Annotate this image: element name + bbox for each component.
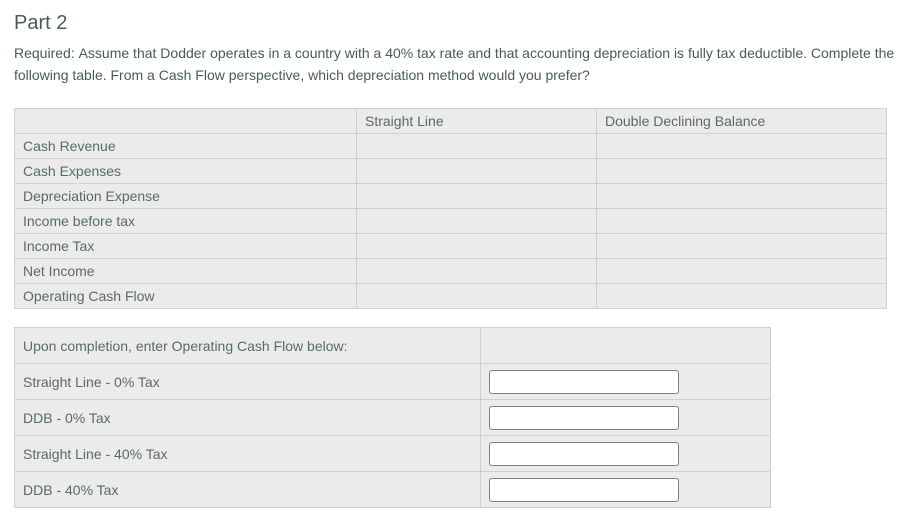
table-row: Cash Expenses [15, 159, 887, 184]
table-row: Upon completion, enter Operating Cash Fl… [15, 328, 771, 364]
entry-label: Straight Line - 0% Tax [15, 364, 481, 400]
table-row: Income Tax [15, 234, 887, 259]
table-row: Cash Revenue [15, 134, 887, 159]
table-row: Income before tax [15, 209, 887, 234]
straight-line-0-tax-input[interactable] [489, 370, 679, 394]
cell [357, 159, 597, 184]
table-row: DDB - 40% Tax [15, 472, 771, 508]
table-row: Depreciation Expense [15, 184, 887, 209]
cell [481, 328, 771, 364]
cell [597, 284, 887, 309]
entry-label: DDB - 40% Tax [15, 472, 481, 508]
table-header-row: Straight Line Double Declining Balance [15, 109, 887, 134]
cell [481, 436, 771, 472]
cell [357, 234, 597, 259]
table-row: Straight Line - 40% Tax [15, 436, 771, 472]
cell [597, 209, 887, 234]
cell [357, 134, 597, 159]
cell [481, 364, 771, 400]
table-row: Operating Cash Flow [15, 284, 887, 309]
cell [597, 234, 887, 259]
ddb-0-tax-input[interactable] [489, 406, 679, 430]
row-label: Cash Revenue [15, 134, 357, 159]
cell [481, 400, 771, 436]
row-label: Income Tax [15, 234, 357, 259]
row-label: Operating Cash Flow [15, 284, 357, 309]
entry-header: Upon completion, enter Operating Cash Fl… [15, 328, 481, 364]
straight-line-40-tax-input[interactable] [489, 442, 679, 466]
cell [357, 209, 597, 234]
header-ddb: Double Declining Balance [597, 109, 887, 134]
depreciation-table: Straight Line Double Declining Balance C… [14, 108, 887, 309]
cell [597, 159, 887, 184]
cell [357, 284, 597, 309]
header-straight-line: Straight Line [357, 109, 597, 134]
cell [597, 184, 887, 209]
row-label: Income before tax [15, 209, 357, 234]
part-heading: Part 2 [14, 12, 902, 35]
operating-cash-flow-entry-table: Upon completion, enter Operating Cash Fl… [14, 327, 771, 508]
cell [597, 134, 887, 159]
table-row: Net Income [15, 259, 887, 284]
row-label: Cash Expenses [15, 159, 357, 184]
table-row: Straight Line - 0% Tax [15, 364, 771, 400]
cell [357, 259, 597, 284]
ddb-40-tax-input[interactable] [489, 478, 679, 502]
table-row: DDB - 0% Tax [15, 400, 771, 436]
cell [481, 472, 771, 508]
row-label: Depreciation Expense [15, 184, 357, 209]
cell [357, 184, 597, 209]
row-label: Net Income [15, 259, 357, 284]
entry-label: DDB - 0% Tax [15, 400, 481, 436]
required-text: Required: Assume that Dodder operates in… [14, 43, 902, 86]
cell [597, 259, 887, 284]
header-blank [15, 109, 357, 134]
entry-label: Straight Line - 40% Tax [15, 436, 481, 472]
